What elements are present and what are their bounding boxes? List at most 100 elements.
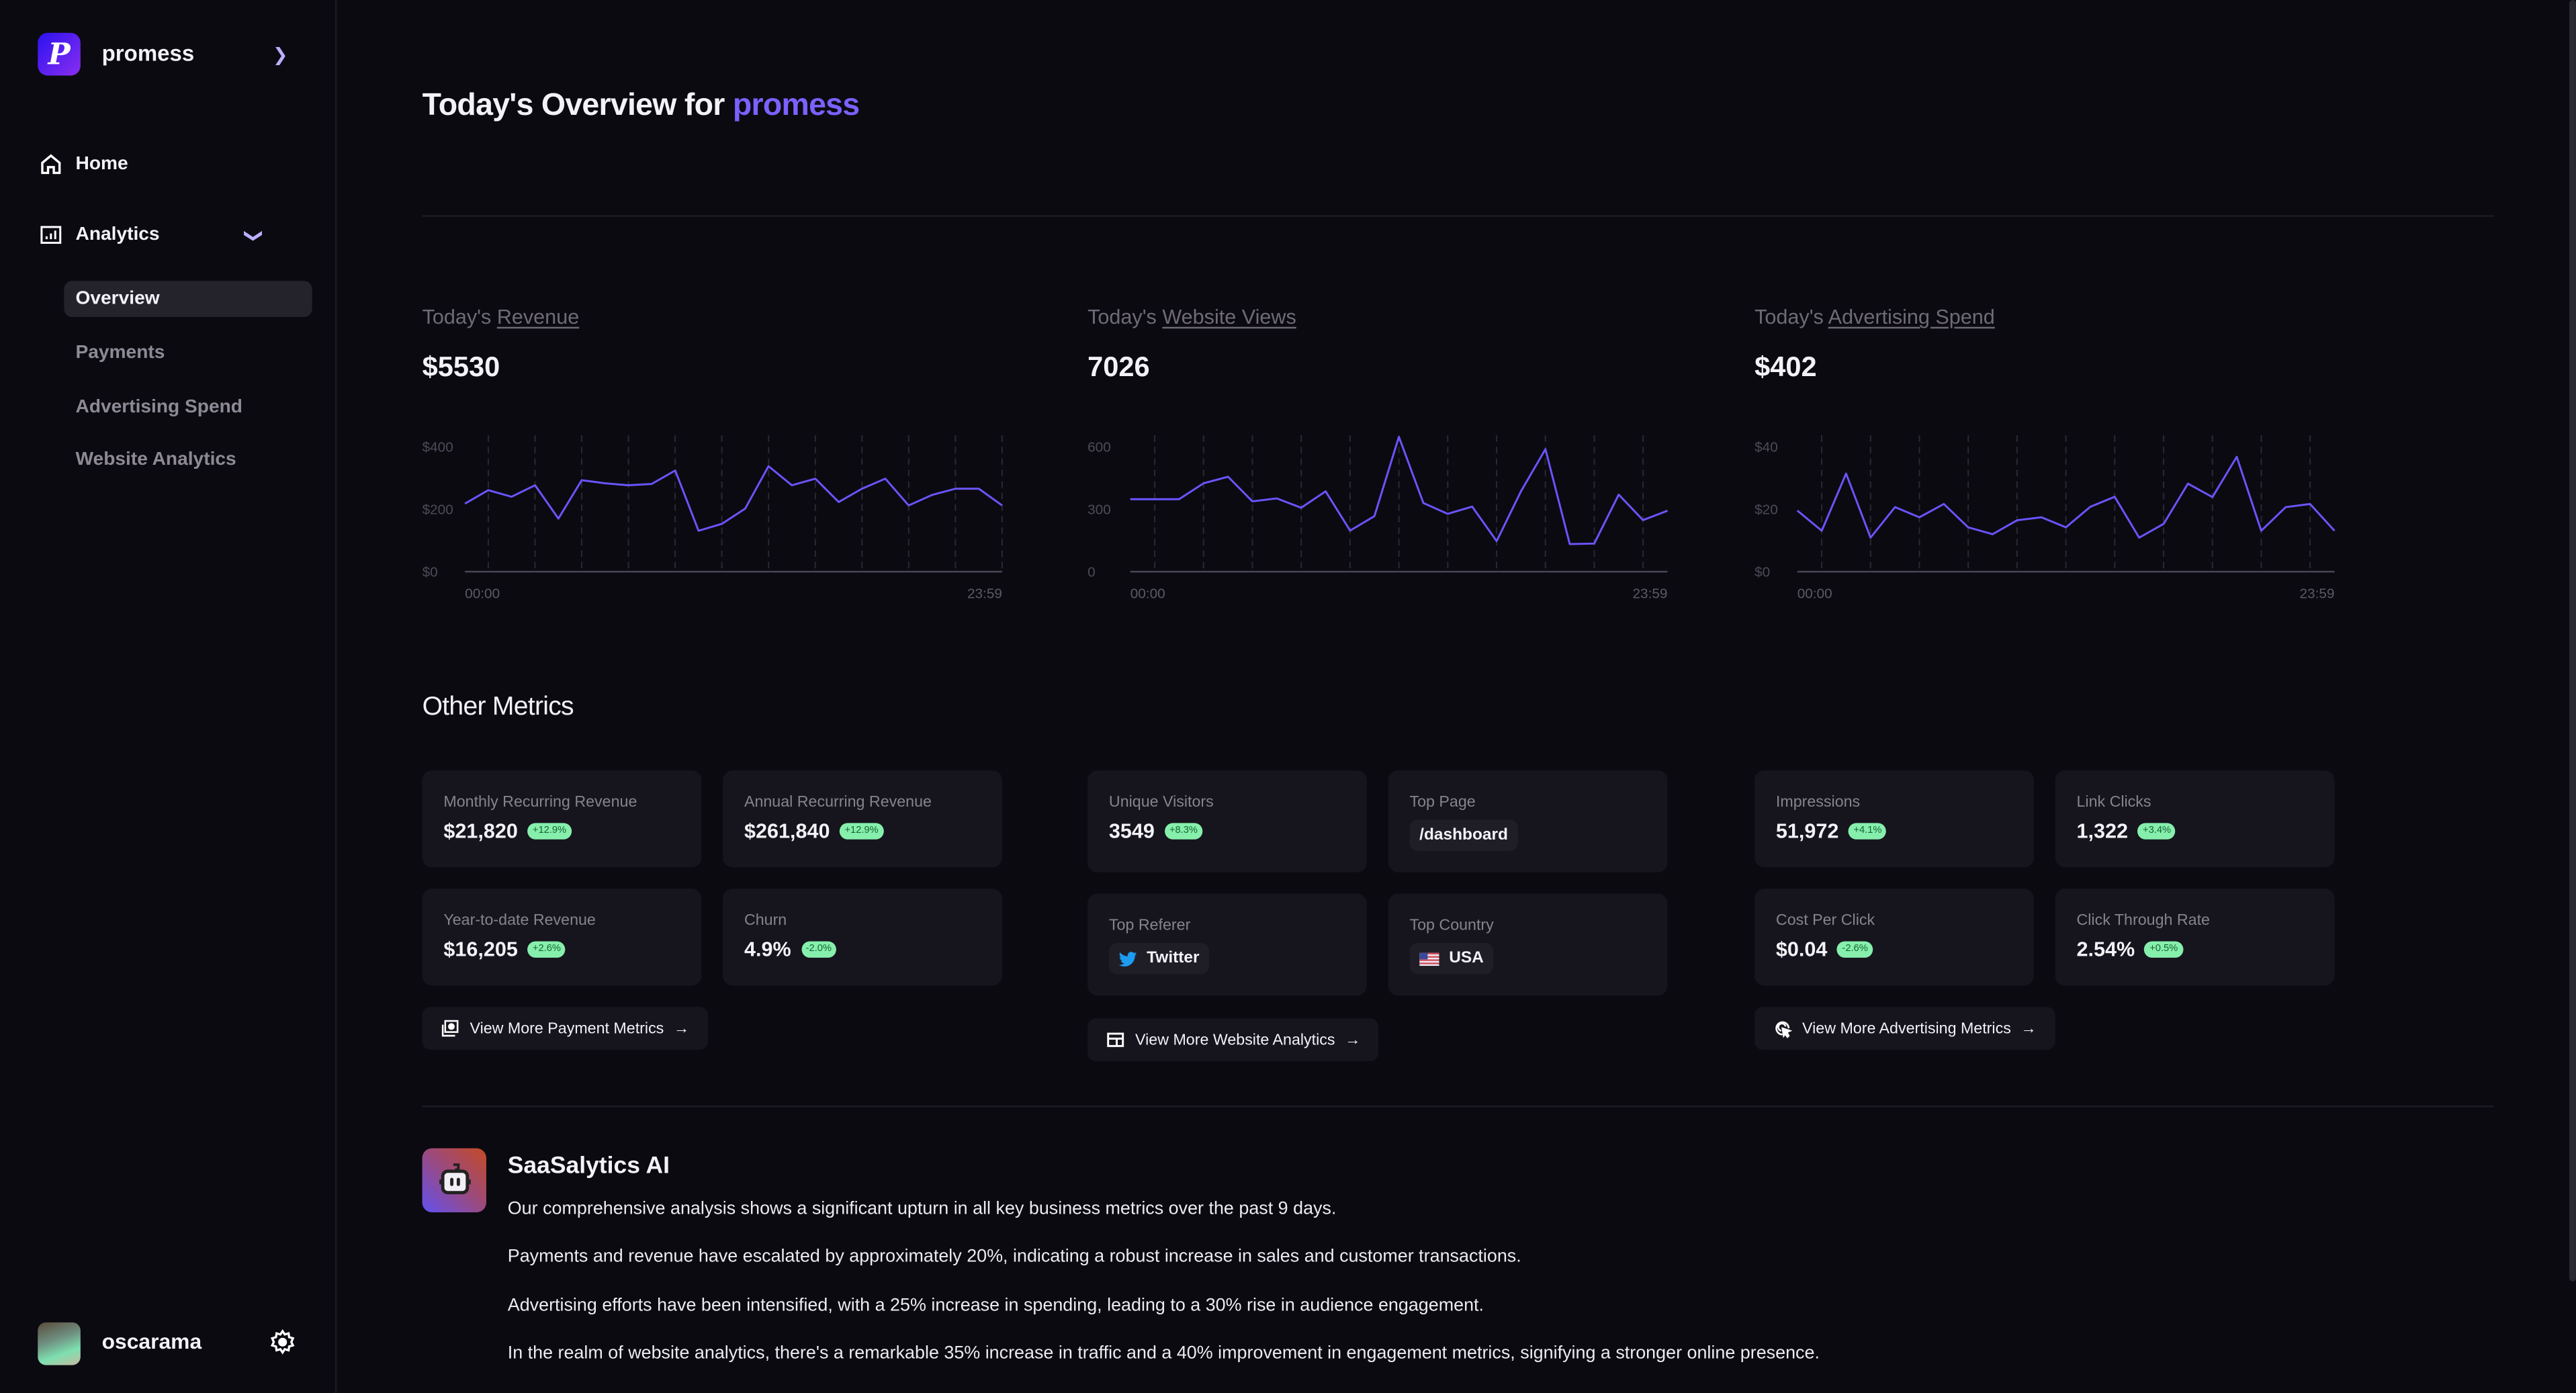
data-point[interactable]: [1640, 516, 1646, 523]
data-point[interactable]: [2184, 480, 2191, 487]
change-badge: -2.6%: [1837, 941, 1873, 958]
data-point[interactable]: [1542, 446, 1549, 453]
metric-value-row: $0.04 -2.6%: [1776, 938, 2012, 961]
data-point[interactable]: [2282, 504, 2289, 510]
data-point[interactable]: [1867, 535, 1874, 541]
data-point[interactable]: [2014, 517, 2020, 524]
view-website-analytics-button[interactable]: View More Website Analytics →: [1087, 1018, 1379, 1061]
data-point[interactable]: [1444, 510, 1451, 517]
y-tick-label: $0: [423, 564, 438, 580]
data-point[interactable]: [555, 515, 562, 522]
data-point[interactable]: [1249, 498, 1256, 505]
sidebar-item-overview[interactable]: Overview: [64, 281, 312, 318]
gear-icon[interactable]: [269, 1329, 296, 1355]
data-point[interactable]: [905, 502, 912, 509]
sidebar-item-website-analytics[interactable]: Website Analytics: [64, 442, 312, 478]
data-point[interactable]: [952, 486, 959, 492]
sidebar-item-analytics[interactable]: Analytics: [40, 224, 160, 246]
data-point[interactable]: [1990, 531, 1996, 537]
data-point[interactable]: [836, 499, 842, 506]
data-point[interactable]: [2063, 524, 2070, 531]
data-point[interactable]: [765, 463, 772, 469]
data-point[interactable]: [882, 476, 889, 482]
avatar[interactable]: [38, 1322, 81, 1365]
data-point[interactable]: [2160, 521, 2167, 527]
data-point[interactable]: [1469, 503, 1476, 510]
data-point[interactable]: [1396, 433, 1403, 440]
data-point[interactable]: [1200, 480, 1207, 487]
data-point[interactable]: [2258, 527, 2265, 534]
metric-label: Year-to-date Revenue: [443, 911, 596, 930]
scrollbar[interactable]: [2569, 0, 2576, 1282]
data-point[interactable]: [999, 502, 1006, 509]
advertising-spend-link[interactable]: Advertising Spend: [1828, 306, 1995, 328]
data-point[interactable]: [2087, 504, 2094, 510]
data-point[interactable]: [1892, 504, 1898, 510]
data-point[interactable]: [1941, 500, 1947, 507]
data-point[interactable]: [578, 477, 585, 484]
data-point[interactable]: [2331, 527, 2338, 534]
data-point[interactable]: [2038, 514, 2045, 521]
data-point[interactable]: [1566, 541, 1573, 547]
data-point[interactable]: [2307, 500, 2313, 507]
data-point[interactable]: [625, 482, 632, 489]
revenue-chart: $0 $200 $400 00:00 23:59: [423, 435, 1003, 601]
data-point[interactable]: [1225, 474, 1231, 480]
revenue-link[interactable]: Revenue: [497, 306, 579, 328]
data-point[interactable]: [461, 500, 468, 507]
metric-label: Monthly Recurring Revenue: [443, 793, 637, 812]
data-point[interactable]: [1493, 538, 1500, 545]
data-point[interactable]: [1347, 527, 1353, 534]
data-point[interactable]: [1151, 496, 1158, 502]
org-switcher[interactable]: promess: [102, 41, 195, 66]
data-point[interactable]: [1517, 488, 1524, 495]
data-point[interactable]: [1591, 540, 1598, 547]
chevron-down-icon[interactable]: ❯: [273, 44, 288, 65]
metric-value-row: $21,820 +12.9%: [443, 819, 680, 843]
view-payment-metrics-button[interactable]: View More Payment Metrics →: [422, 1007, 708, 1050]
data-point[interactable]: [2233, 453, 2240, 460]
data-point[interactable]: [1298, 504, 1304, 511]
data-point[interactable]: [1794, 507, 1801, 514]
data-point[interactable]: [1615, 492, 1622, 498]
data-point[interactable]: [2111, 494, 2118, 500]
ad-spend-chart-section: Today's Advertising Spend $402 $0 $20 $40 0…: [1755, 306, 2336, 601]
data-point[interactable]: [508, 494, 515, 500]
data-point[interactable]: [648, 481, 655, 488]
data-point[interactable]: [929, 492, 936, 498]
data-point[interactable]: [975, 486, 982, 492]
metric-card-top-referer: Top Referer Twitter: [1087, 893, 1367, 996]
data-point[interactable]: [1843, 470, 1850, 477]
data-point[interactable]: [1818, 527, 1825, 534]
data-point[interactable]: [1323, 488, 1329, 495]
data-point[interactable]: [1127, 496, 1134, 502]
metric-value: $261,840: [744, 819, 830, 843]
data-point[interactable]: [532, 482, 539, 489]
data-point[interactable]: [602, 480, 609, 487]
data-point[interactable]: [858, 486, 865, 492]
chevron-down-icon[interactable]: ❯: [243, 228, 265, 244]
data-point[interactable]: [1664, 507, 1671, 514]
dashboard: P promess ❯ Home Analytics ❯ Overview Pa…: [0, 0, 2576, 1393]
data-point[interactable]: [1965, 524, 1971, 531]
data-point[interactable]: [719, 521, 725, 527]
data-point[interactable]: [2136, 535, 2143, 541]
data-point[interactable]: [2209, 494, 2216, 500]
view-advertising-metrics-button[interactable]: View More Advertising Metrics →: [1755, 1007, 2055, 1050]
data-point[interactable]: [485, 487, 492, 494]
data-point[interactable]: [672, 467, 678, 474]
sidebar-item-payments[interactable]: Payments: [64, 335, 312, 371]
sidebar-item-advertising-spend[interactable]: Advertising Spend: [64, 390, 312, 426]
data-point[interactable]: [742, 505, 749, 512]
data-point[interactable]: [1371, 513, 1378, 520]
data-point[interactable]: [812, 476, 819, 482]
data-point[interactable]: [1176, 496, 1183, 502]
website-views-link[interactable]: Website Views: [1162, 306, 1296, 328]
data-point[interactable]: [1274, 495, 1280, 502]
metric-value: /dashboard: [1419, 826, 1509, 845]
data-point[interactable]: [789, 482, 795, 489]
data-point[interactable]: [1916, 514, 1923, 521]
data-point[interactable]: [695, 527, 702, 534]
sidebar-item-home[interactable]: Home: [40, 152, 128, 175]
data-point[interactable]: [1420, 500, 1427, 506]
